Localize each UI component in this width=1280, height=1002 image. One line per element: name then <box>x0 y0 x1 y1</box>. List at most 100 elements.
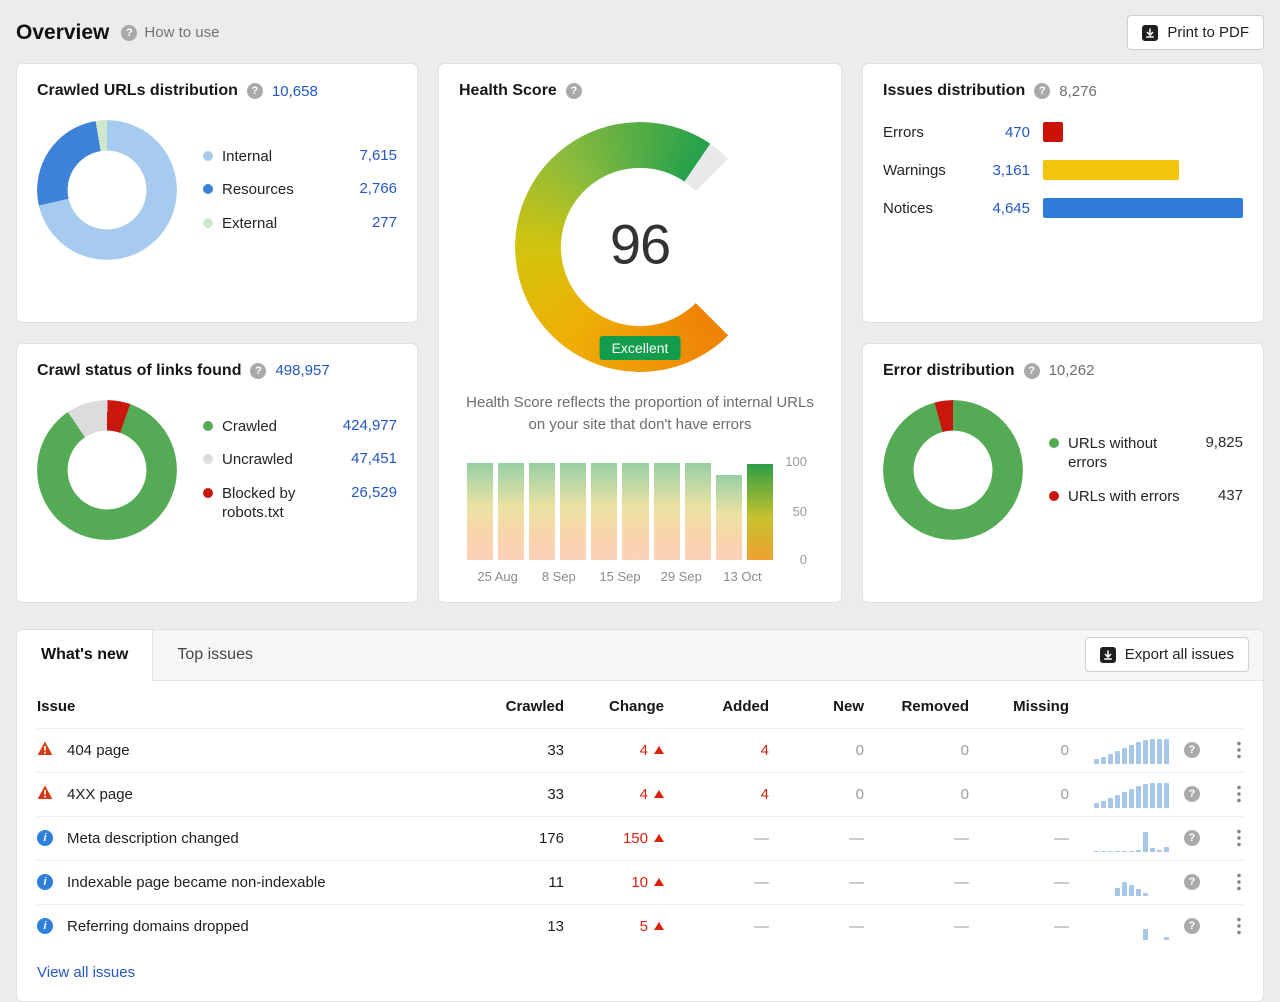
issues-distribution-row: Warnings 3,161 <box>883 160 1243 180</box>
kebab-menu-icon[interactable] <box>1215 785 1243 803</box>
legend-label: Crawled <box>222 417 334 437</box>
export-icon <box>1100 647 1116 663</box>
issue-link[interactable]: Indexable page became non-indexable <box>67 874 484 891</box>
col-crawled: Crawled <box>484 698 564 715</box>
legend-value: 9,825 <box>1205 434 1243 451</box>
legend-value[interactable]: 2,766 <box>359 180 397 197</box>
removed-cell: 0 <box>864 786 969 803</box>
issue-link[interactable]: 404 page <box>67 742 484 759</box>
col-issue: Issue <box>37 698 484 715</box>
legend-value[interactable]: 7,615 <box>359 147 397 164</box>
legend-label: Resources <box>222 180 350 200</box>
help-icon[interactable] <box>566 83 582 99</box>
crawled-cell: 11 <box>484 874 564 891</box>
notices-count[interactable]: 4,645 <box>974 200 1030 217</box>
legend-label: Internal <box>222 147 350 167</box>
help-icon[interactable] <box>1024 363 1040 379</box>
health-score-badge: Excellent <box>600 336 681 360</box>
help-icon[interactable] <box>1184 874 1200 890</box>
issues-distribution-total: 8,276 <box>1059 83 1097 100</box>
crawl-status-total[interactable]: 498,957 <box>275 362 329 379</box>
legend-value[interactable]: 47,451 <box>351 450 397 467</box>
issues-distribution-title: Issues distribution <box>883 82 1025 100</box>
help-icon <box>121 25 137 41</box>
dashboard-grid: Crawled URLs distribution 10,658 Interna… <box>0 63 1280 603</box>
legend-dot <box>203 488 213 498</box>
help-icon[interactable] <box>250 363 266 379</box>
issue-sparkline-chart <box>1069 780 1169 808</box>
health-gauge-wrap: 96 Excellent <box>515 122 765 372</box>
help-icon[interactable] <box>1184 786 1200 802</box>
issues-tabbar: What's new Top issues Export all issues <box>17 630 1263 681</box>
info-icon <box>37 830 53 846</box>
legend-dot <box>203 184 213 194</box>
issue-link[interactable]: 4XX page <box>67 786 484 803</box>
new-cell: — <box>769 830 864 847</box>
issue-row: 404 page 33 4 4 0 0 0 <box>37 728 1243 772</box>
error-distribution-donut-chart <box>883 400 1023 540</box>
tab-whats-new[interactable]: What's new <box>17 630 153 681</box>
legend-item: Resources 2,766 <box>203 180 397 200</box>
missing-cell: — <box>969 830 1069 847</box>
legend-label: External <box>222 214 363 234</box>
issues-distribution-card: Issues distribution 8,276 Errors 470 War… <box>862 63 1264 323</box>
print-to-pdf-button[interactable]: Print to PDF <box>1127 15 1264 50</box>
help-icon[interactable] <box>1184 918 1200 934</box>
col-new: New <box>769 698 864 715</box>
added-cell: 4 <box>664 742 769 759</box>
error-distribution-total: 10,262 <box>1049 362 1095 379</box>
trend-up-icon <box>654 746 664 754</box>
missing-cell: — <box>969 918 1069 935</box>
legend-value[interactable]: 424,977 <box>343 417 397 434</box>
legend-dot <box>203 151 213 161</box>
issues-distribution-row: Errors 470 <box>883 122 1243 142</box>
legend-label: Uncrawled <box>222 450 342 470</box>
legend-value[interactable]: 26,529 <box>351 484 397 501</box>
info-icon <box>37 918 53 934</box>
help-icon[interactable] <box>247 83 263 99</box>
error-distribution-title: Error distribution <box>883 362 1015 380</box>
crawl-status-card: Crawl status of links found 498,957 Craw… <box>16 343 418 603</box>
crawled-urls-total[interactable]: 10,658 <box>272 83 318 100</box>
kebab-menu-icon[interactable] <box>1215 873 1243 891</box>
issue-link[interactable]: Referring domains dropped <box>67 918 484 935</box>
kebab-menu-icon[interactable] <box>1215 917 1243 935</box>
print-pdf-icon <box>1142 25 1158 41</box>
help-icon[interactable] <box>1034 83 1050 99</box>
issue-row: Referring domains dropped 13 5 — — — — <box>37 904 1243 948</box>
issue-link[interactable]: Meta description changed <box>67 830 484 847</box>
page-header: Overview How to use Print to PDF <box>0 0 1280 63</box>
removed-cell: — <box>864 874 969 891</box>
kebab-menu-icon[interactable] <box>1215 741 1243 759</box>
tab-top-issues[interactable]: Top issues <box>153 630 277 680</box>
how-to-use-link[interactable]: How to use <box>121 24 219 41</box>
error-distribution-card: Error distribution 10,262 URLs without e… <box>862 343 1264 603</box>
change-cell: 5 <box>564 918 664 935</box>
missing-cell: 0 <box>969 742 1069 759</box>
errors-count[interactable]: 470 <box>974 124 1030 141</box>
issue-row: 4XX page 33 4 4 0 0 0 <box>37 772 1243 816</box>
health-history-bars <box>467 460 773 560</box>
issues-panel: What's new Top issues Export all issues … <box>16 629 1264 1002</box>
legend-label: Blocked by robots.txt <box>222 484 342 523</box>
export-all-issues-button[interactable]: Export all issues <box>1085 637 1249 672</box>
view-all-issues-link[interactable]: View all issues <box>37 964 135 981</box>
legend-value[interactable]: 277 <box>372 214 397 231</box>
new-cell: 0 <box>769 786 864 803</box>
missing-cell: 0 <box>969 786 1069 803</box>
help-icon[interactable] <box>1184 830 1200 846</box>
legend-dot <box>1049 438 1059 448</box>
new-cell: — <box>769 918 864 935</box>
crawled-urls-title: Crawled URLs distribution <box>37 82 238 100</box>
issue-sparkline-chart <box>1069 868 1169 896</box>
kebab-menu-icon[interactable] <box>1215 829 1243 847</box>
crawled-cell: 33 <box>484 786 564 803</box>
trend-up-icon <box>654 922 664 930</box>
issue-sparkline-chart <box>1069 736 1169 764</box>
help-icon[interactable] <box>1184 742 1200 758</box>
print-pdf-label: Print to PDF <box>1167 24 1249 41</box>
change-cell: 4 <box>564 742 664 759</box>
legend-item: Crawled 424,977 <box>203 417 397 437</box>
new-cell: — <box>769 874 864 891</box>
warnings-count[interactable]: 3,161 <box>974 162 1030 179</box>
